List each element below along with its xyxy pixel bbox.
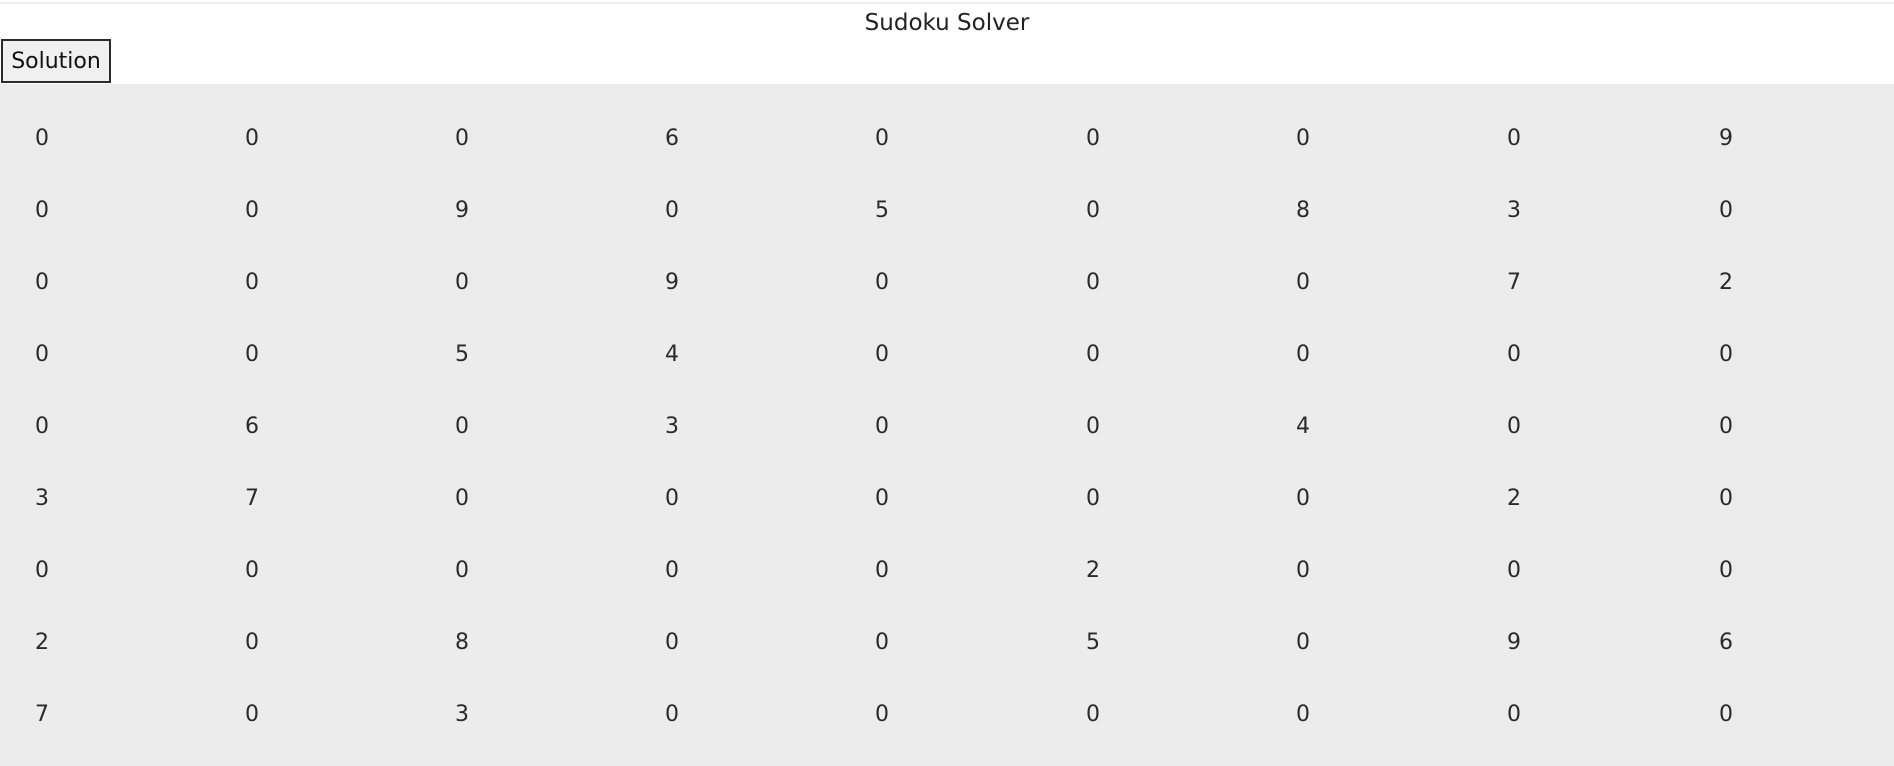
board-cell-r7-c5: 0 (875, 558, 889, 583)
board-cell-r5-c7: 4 (1296, 414, 1310, 439)
board-row-5: 0 6 0 3 0 0 4 0 0 (0, 407, 1894, 447)
board-cell-r2-c5: 5 (875, 198, 889, 223)
board-cell-r7-c8: 0 (1507, 558, 1521, 583)
board-cell-r7-c4: 0 (665, 558, 679, 583)
board-cell-r5-c5: 0 (875, 414, 889, 439)
board-cell-r4-c5: 0 (875, 342, 889, 367)
board-cell-r4-c7: 0 (1296, 342, 1310, 367)
board-cell-r2-c6: 0 (1086, 198, 1100, 223)
board-cell-r9-c5: 0 (875, 702, 889, 727)
board-cell-r3-c3: 0 (455, 270, 469, 295)
board-cell-r2-c9: 0 (1719, 198, 1733, 223)
board-cell-r2-c4: 0 (665, 198, 679, 223)
board-cell-r4-c3: 5 (455, 342, 469, 367)
top-divider (0, 2, 1894, 4)
board-cell-r2-c7: 8 (1296, 198, 1310, 223)
board-cell-r3-c1: 0 (35, 270, 49, 295)
board-cell-r8-c9: 6 (1719, 630, 1733, 655)
board-cell-r6-c6: 0 (1086, 486, 1100, 511)
page-title: Sudoku Solver (864, 10, 1030, 36)
board-cell-r1-c4: 6 (665, 126, 679, 151)
board-cell-r9-c6: 0 (1086, 702, 1100, 727)
board-cell-r7-c2: 0 (245, 558, 259, 583)
board-cell-r9-c8: 0 (1507, 702, 1521, 727)
board-cell-r1-c9: 9 (1719, 126, 1733, 151)
board-cell-r1-c2: 0 (245, 126, 259, 151)
board-cell-r8-c8: 9 (1507, 630, 1521, 655)
board-cell-r8-c1: 2 (35, 630, 49, 655)
board-cell-r4-c8: 0 (1507, 342, 1521, 367)
board-cell-r5-c4: 3 (665, 414, 679, 439)
board-row-1: 0 0 0 6 0 0 0 0 9 (0, 119, 1894, 159)
board-cell-r5-c3: 0 (455, 414, 469, 439)
board-cell-r9-c2: 0 (245, 702, 259, 727)
board-cell-r5-c6: 0 (1086, 414, 1100, 439)
board-cell-r4-c4: 4 (665, 342, 679, 367)
board-row-3: 0 0 0 9 0 0 0 7 2 (0, 263, 1894, 303)
board-cell-r5-c8: 0 (1507, 414, 1521, 439)
board-row-9: 7 0 3 0 0 0 0 0 0 (0, 695, 1894, 735)
board-cell-r6-c9: 0 (1719, 486, 1733, 511)
board-cell-r7-c6: 2 (1086, 558, 1100, 583)
sudoku-board: 0006000090090508300009000720054000000603… (0, 84, 1894, 766)
board-row-6: 3 7 0 0 0 0 0 2 0 (0, 479, 1894, 519)
board-cell-r9-c7: 0 (1296, 702, 1310, 727)
board-cell-r2-c8: 3 (1507, 198, 1521, 223)
board-cell-r1-c8: 0 (1507, 126, 1521, 151)
board-cell-r3-c7: 0 (1296, 270, 1310, 295)
board-cell-r9-c9: 0 (1719, 702, 1733, 727)
board-cell-r7-c7: 0 (1296, 558, 1310, 583)
board-cell-r8-c3: 8 (455, 630, 469, 655)
board-cell-r3-c8: 7 (1507, 270, 1521, 295)
board-cell-r3-c2: 0 (245, 270, 259, 295)
board-cell-r9-c3: 3 (455, 702, 469, 727)
board-cell-r5-c1: 0 (35, 414, 49, 439)
board-cell-r1-c5: 0 (875, 126, 889, 151)
board-cell-r3-c4: 9 (665, 270, 679, 295)
board-cell-r7-c9: 0 (1719, 558, 1733, 583)
board-cell-r6-c3: 0 (455, 486, 469, 511)
board-cell-r1-c1: 0 (35, 126, 49, 151)
board-row-4: 0 0 5 4 0 0 0 0 0 (0, 335, 1894, 375)
board-row-7: 0 0 0 0 0 2 0 0 0 (0, 551, 1894, 591)
board-cell-r6-c7: 0 (1296, 486, 1310, 511)
board-cell-r1-c7: 0 (1296, 126, 1310, 151)
board-cell-r7-c3: 0 (455, 558, 469, 583)
board-cell-r3-c5: 0 (875, 270, 889, 295)
board-cell-r4-c9: 0 (1719, 342, 1733, 367)
board-cell-r6-c8: 2 (1507, 486, 1521, 511)
board-cell-r1-c6: 0 (1086, 126, 1100, 151)
board-cell-r6-c4: 0 (665, 486, 679, 511)
board-cell-r2-c1: 0 (35, 198, 49, 223)
board-cell-r2-c2: 0 (245, 198, 259, 223)
board-cell-r6-c2: 7 (245, 486, 259, 511)
solution-button[interactable]: Solution (1, 39, 111, 83)
board-cell-r5-c2: 6 (245, 414, 259, 439)
board-cell-r8-c4: 0 (665, 630, 679, 655)
board-cell-r6-c5: 0 (875, 486, 889, 511)
board-cell-r8-c5: 0 (875, 630, 889, 655)
board-cell-r3-c6: 0 (1086, 270, 1100, 295)
board-cell-r8-c2: 0 (245, 630, 259, 655)
board-cell-r7-c1: 0 (35, 558, 49, 583)
board-row-8: 2 0 8 0 0 5 0 9 6 (0, 623, 1894, 663)
board-cell-r3-c9: 2 (1719, 270, 1733, 295)
board-cell-r4-c2: 0 (245, 342, 259, 367)
board-cell-r4-c1: 0 (35, 342, 49, 367)
board-cell-r8-c6: 5 (1086, 630, 1100, 655)
board-row-2: 0 0 9 0 5 0 8 3 0 (0, 191, 1894, 231)
board-cell-r5-c9: 0 (1719, 414, 1733, 439)
board-cell-r8-c7: 0 (1296, 630, 1310, 655)
board-cell-r6-c1: 3 (35, 486, 49, 511)
board-cell-r1-c3: 0 (455, 126, 469, 151)
board-cell-r9-c1: 7 (35, 702, 49, 727)
board-cell-r2-c3: 9 (455, 198, 469, 223)
board-cell-r4-c6: 0 (1086, 342, 1100, 367)
board-cell-r9-c4: 0 (665, 702, 679, 727)
